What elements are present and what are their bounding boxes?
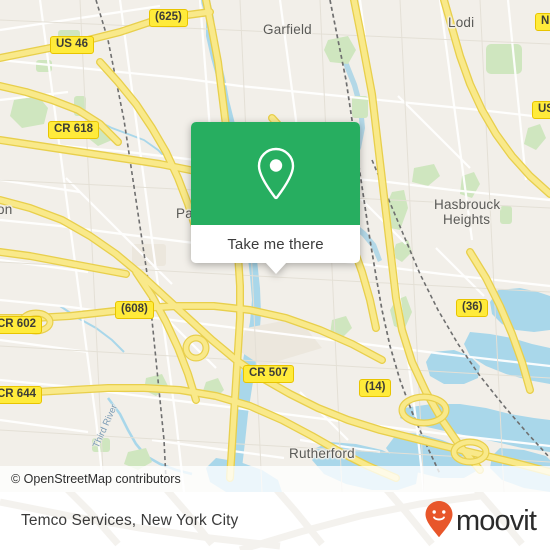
shield-cr-644: CR 644 — [0, 386, 42, 404]
shield-route-625: (625) — [149, 9, 188, 27]
take-me-there-button[interactable]: Take me there — [191, 225, 360, 263]
moovit-pin-smiley-icon — [424, 500, 454, 543]
bottom-bar: Temco Services, New York City moovit — [0, 492, 550, 550]
location-popup-tail — [264, 262, 287, 274]
map-attribution[interactable]: © OpenStreetMap contributors — [0, 466, 550, 492]
map-canvas[interactable]: Garfield Lodi on Pa Hasbrouck Heights Ru… — [0, 0, 550, 492]
shield-us-46: US 46 — [50, 36, 94, 54]
shield-cr-507: CR 507 — [243, 365, 294, 383]
shield-cr-602: CR 602 — [0, 316, 42, 334]
shield-cr-618: CR 618 — [48, 121, 99, 139]
location-popup-header — [191, 122, 360, 225]
shield-route-14: (14) — [359, 379, 392, 397]
location-popup-body: Take me there — [191, 122, 360, 263]
shield-route-n-clipped: N — [535, 13, 550, 31]
shield-route-608: (608) — [115, 301, 154, 319]
map-pin-icon — [253, 146, 299, 202]
location-popup[interactable]: Take me there — [191, 122, 360, 274]
moovit-brand[interactable]: moovit — [424, 500, 537, 543]
attribution-text: © OpenStreetMap contributors — [11, 472, 181, 486]
shield-route-36: (36) — [456, 299, 489, 317]
moovit-map-screenshot: Garfield Lodi on Pa Hasbrouck Heights Ru… — [0, 0, 550, 550]
shield-us-clipped: US — [532, 101, 550, 119]
poi-title: Temco Services, New York City — [21, 512, 239, 529]
moovit-wordmark: moovit — [455, 504, 537, 537]
